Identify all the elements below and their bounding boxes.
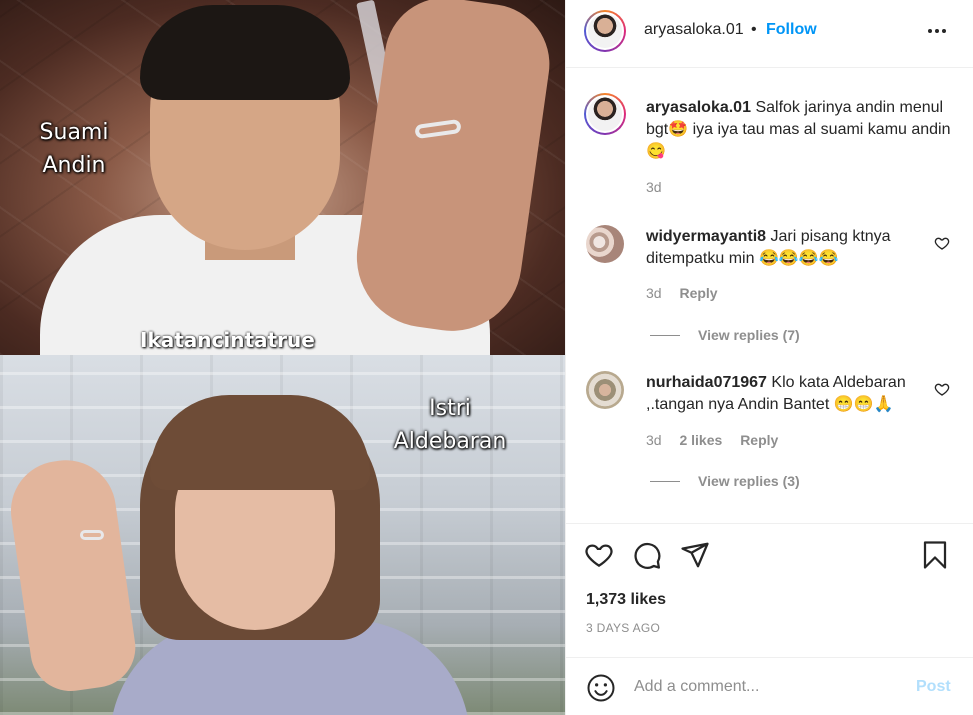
commenter-avatar[interactable]: [586, 225, 624, 263]
man-hair: [140, 5, 350, 100]
comment-text-block: widyermayanti8 Jari pisang ktnya ditempa…: [646, 226, 956, 270]
replies-divider: [650, 480, 680, 482]
post-comment-button[interactable]: Post: [916, 678, 951, 696]
follow-button[interactable]: Follow: [766, 21, 817, 39]
comment-like-heart-icon[interactable]: [934, 235, 950, 251]
add-comment-bar: Post: [566, 657, 973, 715]
bookmark-icon[interactable]: [920, 540, 950, 570]
share-icon[interactable]: [680, 540, 710, 570]
replies-divider: [650, 334, 680, 336]
comment-meta: 3d Reply: [646, 285, 718, 301]
separator-dot: •: [751, 21, 757, 38]
view-replies-label: View replies (3): [698, 473, 800, 489]
reply-button[interactable]: Reply: [679, 285, 717, 301]
reply-button[interactable]: Reply: [740, 432, 778, 448]
ring-wife: [80, 530, 104, 540]
caption-age[interactable]: 3d: [646, 179, 662, 195]
view-replies-button[interactable]: View replies (3): [650, 473, 800, 489]
view-replies-button[interactable]: View replies (7): [650, 327, 800, 343]
author-avatar[interactable]: [584, 10, 626, 52]
caption-husband: Suami Andin: [39, 120, 109, 178]
comment-icon[interactable]: [632, 540, 662, 570]
comment-like-heart-icon[interactable]: [934, 381, 950, 397]
photo-husband: Suami Andin Ikatancintatrue: [0, 0, 565, 355]
comment-username[interactable]: widyermayanti8: [646, 228, 766, 245]
comment-input[interactable]: [634, 674, 904, 700]
watermark: Ikatancintatrue: [140, 328, 315, 352]
comment-text-block: nurhaida071967 Klo kata Aldebaran ,.tang…: [646, 372, 956, 416]
comment-likes[interactable]: 2 likes: [679, 432, 722, 448]
caption-avatar[interactable]: [584, 93, 626, 135]
heart-icon[interactable]: [584, 540, 614, 570]
likes-count[interactable]: 1,373 likes: [586, 591, 666, 609]
post-side-panel: aryasaloka.01 • Follow aryasaloka.01 Sal…: [565, 0, 973, 715]
woman-bangs: [150, 395, 370, 490]
comment-username[interactable]: nurhaida071967: [646, 374, 767, 391]
comment-meta: 3d 2 likes Reply: [646, 432, 778, 448]
post-date[interactable]: 3 DAYS AGO: [586, 621, 660, 635]
more-options-icon[interactable]: [922, 16, 952, 46]
post-header: aryasaloka.01 • Follow: [566, 0, 973, 68]
caption-wife: Istri Aldebaran: [393, 396, 507, 454]
post-actions: 1,373 likes 3 DAYS AGO: [566, 523, 973, 658]
commenter-avatar[interactable]: [586, 371, 624, 409]
view-replies-label: View replies (7): [698, 327, 800, 343]
comment-age[interactable]: 3d: [646, 285, 662, 301]
caption-text-block: aryasaloka.01 Salfok jarinya andin menul…: [646, 97, 956, 163]
caption-username[interactable]: aryasaloka.01: [646, 99, 751, 116]
post-image[interactable]: Suami Andin Ikatancintatrue Istri Aldeba…: [0, 0, 565, 715]
emoji-icon[interactable]: [586, 673, 616, 703]
comment-age[interactable]: 3d: [646, 432, 662, 448]
author-username[interactable]: aryasaloka.01: [644, 21, 744, 39]
